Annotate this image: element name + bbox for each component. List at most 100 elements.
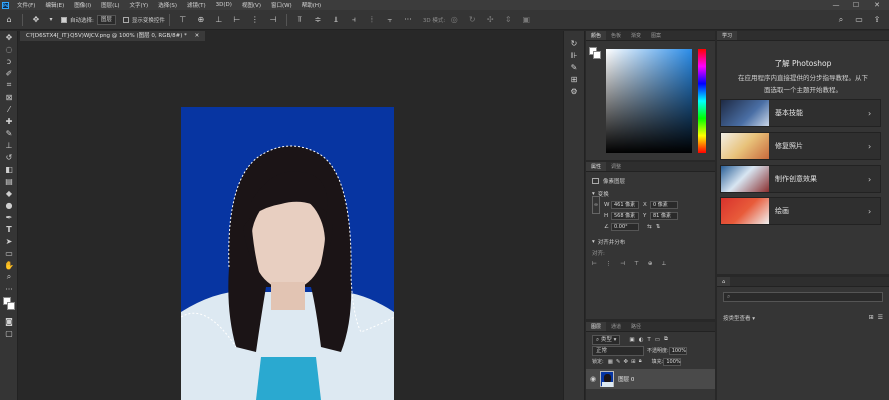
height-field[interactable]: 568 像素 — [611, 211, 639, 220]
color-field[interactable] — [606, 49, 692, 153]
view-by-type-select[interactable]: 按类型查看 ▾ — [723, 314, 755, 322]
actions-icon[interactable]: ⊪ — [564, 49, 584, 61]
dodge-tool-icon[interactable]: ● — [0, 199, 18, 211]
menu-image[interactable]: 图像(I) — [69, 1, 96, 9]
align-vcenter-icon[interactable]: ⊕ — [648, 261, 653, 267]
quick-mask-icon[interactable]: ◙ — [0, 315, 18, 327]
menu-filter[interactable]: 滤镜(T) — [182, 1, 211, 9]
chevron-down-icon[interactable]: ▾ — [48, 14, 54, 26]
hue-slider[interactable] — [698, 49, 706, 153]
3d-slide-icon[interactable]: ⇕ — [502, 14, 514, 26]
menu-window[interactable]: 窗口(W) — [266, 1, 297, 9]
angle-field[interactable]: 0.00° — [611, 222, 639, 231]
hand-tool-icon[interactable]: ✋ — [0, 259, 18, 271]
learn-item-fix-photo[interactable]: 修复照片 › — [720, 132, 881, 160]
color-swatches-icon[interactable] — [0, 295, 18, 315]
gradient-tool-icon[interactable]: ▤ — [0, 175, 18, 187]
align-top-icon[interactable]: ⊤ — [634, 261, 639, 267]
transform-header[interactable]: ▾ 变换 — [586, 188, 715, 199]
move-tool-icon[interactable]: ✥ — [30, 14, 42, 26]
3d-roll-icon[interactable]: ↻ — [466, 14, 478, 26]
document-image[interactable] — [181, 107, 394, 400]
tool-presets-icon[interactable]: ⚙ — [564, 85, 584, 97]
quick-select-tool-icon[interactable]: ✐ — [0, 67, 18, 79]
tab-channels[interactable]: 通道 — [606, 322, 626, 331]
lock-move-icon[interactable]: ✥ — [624, 359, 629, 365]
brush-presets-icon[interactable]: ⊞ — [564, 73, 584, 85]
tab-gradients[interactable]: 渐变 — [626, 31, 646, 40]
align-bottom-icon[interactable]: ⊥ — [213, 14, 225, 26]
align-vcenter-icon[interactable]: ⊕ — [195, 14, 207, 26]
path-select-tool-icon[interactable]: ➤ — [0, 235, 18, 247]
3d-camera-icon[interactable]: ▣ — [520, 14, 532, 26]
auto-select-checkbox[interactable] — [61, 16, 67, 23]
align-right-icon[interactable]: ⊣ — [620, 261, 625, 267]
tab-adjustments[interactable]: 调整 — [606, 162, 626, 171]
blend-mode-select[interactable]: 正常 — [592, 345, 644, 356]
zoom-tool-icon[interactable]: ⌕ — [0, 271, 18, 283]
distribute-top-icon[interactable]: ⫪ — [294, 14, 306, 26]
filter-adjust-icon[interactable]: ◐ — [639, 337, 644, 343]
menu-file[interactable]: 文件(F) — [12, 1, 40, 9]
lock-artboard-icon[interactable]: ⊞ — [631, 359, 636, 365]
auto-select-target-select[interactable]: 图层 — [96, 14, 116, 25]
maximize-button[interactable]: ☐ — [848, 0, 864, 10]
layer-name[interactable]: 图层 0 — [618, 375, 634, 383]
menu-select[interactable]: 选择(S) — [153, 1, 182, 9]
lock-all-icon[interactable]: 🔒︎ — [639, 358, 642, 365]
history-icon[interactable]: ↻ — [564, 37, 584, 49]
align-top-icon[interactable]: ⊤ — [177, 14, 189, 26]
document-tab[interactable]: C?[D6STX4[_IT}Q5V)WJCV.png @ 100% (图层 0,… — [20, 31, 206, 41]
visibility-eye-icon[interactable]: ◉ — [590, 375, 596, 383]
filter-pixel-icon[interactable]: ▣ — [629, 337, 634, 343]
tab-patterns[interactable]: 图案 — [646, 31, 666, 40]
tab-layers[interactable]: 图层 — [586, 322, 607, 331]
tab-paths[interactable]: 路径 — [626, 322, 646, 331]
type-tool-icon[interactable]: T — [0, 223, 18, 235]
blur-tool-icon[interactable]: ◆ — [0, 187, 18, 199]
distribute-vcenter-icon[interactable]: ≑ — [312, 14, 324, 26]
distribute-bottom-icon[interactable]: ⫫ — [330, 14, 342, 26]
menu-layer[interactable]: 图层(L) — [96, 1, 124, 9]
home-icon[interactable]: ⌂ — [3, 14, 15, 26]
minimize-button[interactable]: — — [828, 0, 844, 10]
crop-tool-icon[interactable]: ⌗ — [0, 79, 18, 91]
3d-pan-icon[interactable]: ✣ — [484, 14, 496, 26]
healing-brush-tool-icon[interactable]: ✚ — [0, 115, 18, 127]
list-view-icon[interactable]: ☰ — [878, 314, 883, 321]
grid-view-icon[interactable]: ⊞ — [869, 314, 874, 321]
menu-edit[interactable]: 编辑(E) — [40, 1, 69, 9]
move-tool-icon[interactable]: ✥ — [0, 31, 18, 43]
menu-type[interactable]: 文字(Y) — [125, 1, 154, 9]
show-transform-checkbox[interactable] — [122, 16, 129, 23]
history-brush-tool-icon[interactable]: ↺ — [0, 151, 18, 163]
align-hcenter-icon[interactable]: ⋮ — [249, 14, 261, 26]
brush-settings-icon[interactable]: ✎ — [564, 61, 584, 73]
distribute-hcenter-icon[interactable]: ⦙ — [366, 14, 378, 26]
learn-item-creative-effects[interactable]: 制作创意效果 › — [720, 165, 881, 193]
x-field[interactable]: 0 像素 — [650, 200, 678, 209]
screen-mode-icon[interactable]: ▢ — [0, 327, 18, 339]
tab-properties[interactable]: 属性 — [586, 162, 607, 171]
filter-shape-icon[interactable]: ▭ — [655, 337, 660, 343]
clone-stamp-tool-icon[interactable]: ⊥ — [0, 139, 18, 151]
opacity-field[interactable]: 100% — [668, 346, 687, 355]
menu-help[interactable]: 帮助(H) — [297, 1, 326, 9]
learn-item-basic-skills[interactable]: 基本技能 › — [720, 99, 881, 127]
tab-color[interactable]: 颜色 — [586, 31, 607, 40]
close-window-button[interactable]: ✕ — [869, 0, 885, 10]
marquee-tool-icon[interactable]: ◌ — [0, 43, 18, 55]
fill-field[interactable]: 100% — [663, 357, 682, 366]
layer-filter-select[interactable]: ⌕ 类型 ▾ — [592, 334, 621, 345]
distribute-right-icon[interactable]: ⫟ — [384, 14, 396, 26]
lock-paint-icon[interactable]: ✎ — [616, 359, 621, 365]
background-color-icon[interactable] — [593, 51, 601, 59]
lock-pixels-icon[interactable]: ▦ — [608, 359, 613, 365]
menu-3d[interactable]: 3D(D) — [211, 2, 237, 8]
align-left-icon[interactable]: ⊢ — [592, 261, 597, 267]
distribute-left-icon[interactable]: ⫞ — [348, 14, 360, 26]
align-hcenter-icon[interactable]: ⋮ — [606, 261, 612, 267]
close-icon[interactable]: ✕ — [195, 33, 200, 39]
brush-tool-icon[interactable]: ✎ — [0, 127, 18, 139]
eraser-tool-icon[interactable]: ◧ — [0, 163, 18, 175]
